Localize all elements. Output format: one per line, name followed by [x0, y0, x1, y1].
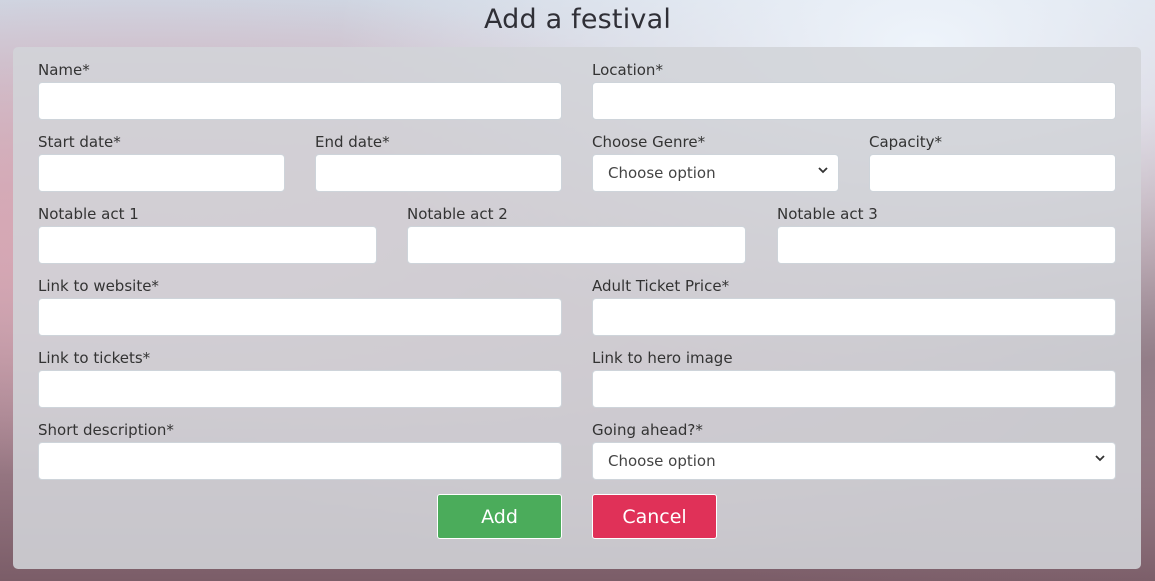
website-field-group: Link to website*	[38, 276, 562, 336]
tickets-field-group: Link to tickets*	[38, 348, 562, 408]
act2-input[interactable]	[407, 226, 746, 264]
website-input[interactable]	[38, 298, 562, 336]
act2-label: Notable act 2	[407, 205, 508, 223]
location-field-group: Location*	[592, 60, 1116, 120]
tickets-label: Link to tickets*	[38, 349, 151, 367]
hero-image-field-group: Link to hero image	[592, 348, 1116, 408]
capacity-field-group: Capacity*	[869, 132, 1116, 192]
act1-field-group: Notable act 1	[38, 204, 377, 264]
name-input[interactable]	[38, 82, 562, 120]
name-field-group: Name*	[38, 60, 562, 120]
act1-label: Notable act 1	[38, 205, 139, 223]
end-date-input[interactable]	[315, 154, 562, 192]
description-input[interactable]	[38, 442, 562, 480]
hero-image-label: Link to hero image	[592, 349, 733, 367]
add-festival-form: Name* Location* Start date* End date* Ch…	[13, 47, 1141, 569]
act2-field-group: Notable act 2	[407, 204, 746, 264]
act3-input[interactable]	[777, 226, 1116, 264]
capacity-label: Capacity*	[869, 133, 943, 151]
website-label: Link to website*	[38, 277, 159, 295]
end-date-label: End date*	[315, 133, 390, 151]
add-button[interactable]: Add	[437, 494, 562, 539]
start-date-input[interactable]	[38, 154, 285, 192]
cancel-button[interactable]: Cancel	[592, 494, 717, 539]
adult-price-label: Adult Ticket Price*	[592, 277, 730, 295]
tickets-input[interactable]	[38, 370, 562, 408]
location-input[interactable]	[592, 82, 1116, 120]
capacity-input[interactable]	[869, 154, 1116, 192]
genre-select[interactable]: Choose option	[592, 154, 839, 192]
adult-price-field-group: Adult Ticket Price*	[592, 276, 1116, 336]
page-title: Add a festival	[483, 4, 672, 35]
end-date-field-group: End date*	[315, 132, 562, 192]
adult-price-input[interactable]	[592, 298, 1116, 336]
start-date-label: Start date*	[38, 133, 121, 151]
going-ahead-label: Going ahead?*	[592, 421, 703, 439]
start-date-field-group: Start date*	[38, 132, 285, 192]
going-ahead-field-group: Going ahead?* Choose option	[592, 420, 1116, 480]
hero-image-input[interactable]	[592, 370, 1116, 408]
genre-label: Choose Genre*	[592, 133, 706, 151]
location-label: Location*	[592, 61, 663, 79]
name-label: Name*	[38, 61, 90, 79]
going-ahead-select[interactable]: Choose option	[592, 442, 1116, 480]
act1-input[interactable]	[38, 226, 377, 264]
genre-field-group: Choose Genre* Choose option	[592, 132, 839, 192]
description-field-group: Short description*	[38, 420, 562, 480]
act3-label: Notable act 3	[777, 205, 878, 223]
act3-field-group: Notable act 3	[777, 204, 1116, 264]
description-label: Short description*	[38, 421, 174, 439]
